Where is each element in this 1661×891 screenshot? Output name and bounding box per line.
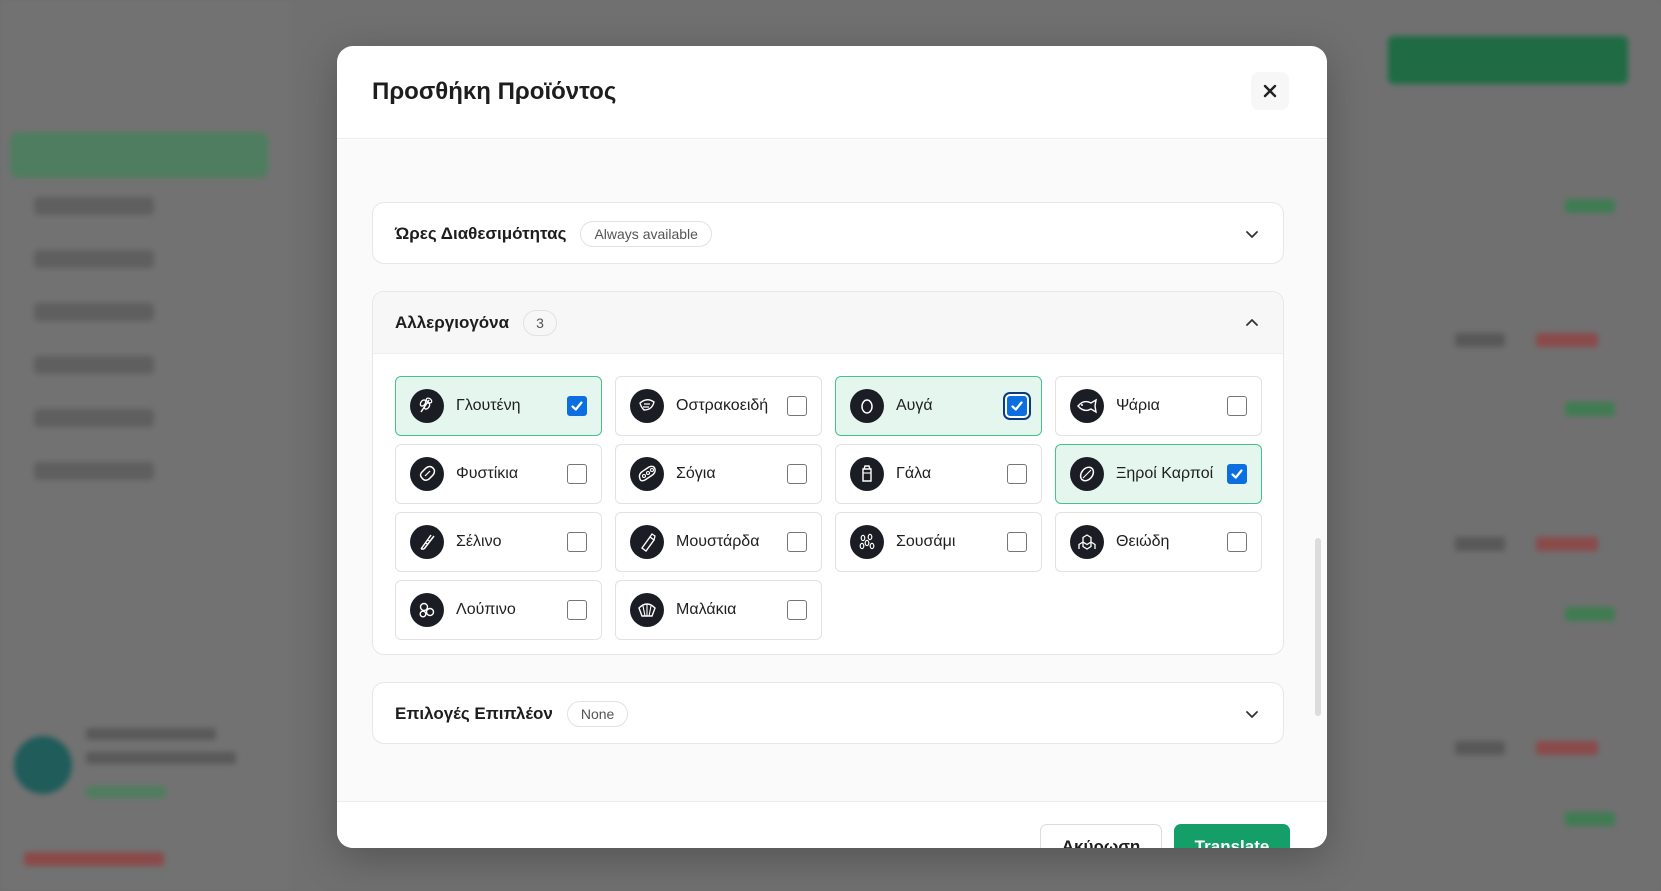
- allergen-label: Σέλινο: [456, 533, 502, 550]
- modal-body: Ώρες Διαθεσιμότητας Always available Αλλ…: [337, 140, 1327, 802]
- availability-title: Ώρες Διαθεσιμότητας: [395, 224, 567, 243]
- allergen-checkbox[interactable]: [787, 464, 807, 484]
- allergen-label: Οστρακοειδή: [676, 397, 769, 414]
- allergen-label: Θειώδη: [1116, 533, 1170, 550]
- allergen-checkbox[interactable]: [567, 464, 587, 484]
- extras-section: Επιλογές Επιπλέον None: [372, 682, 1284, 744]
- add-product-modal: Προσθήκη Προϊόντος Ώρες Διαθεσιμότητας A…: [337, 46, 1327, 848]
- egg-icon: [850, 389, 884, 423]
- allergen-option[interactable]: Αυγά: [835, 376, 1042, 436]
- allergen-checkbox[interactable]: [567, 532, 587, 552]
- availability-section: Ώρες Διαθεσιμότητας Always available: [372, 202, 1284, 264]
- cancel-button[interactable]: Ακύρωση: [1040, 824, 1162, 848]
- allergen-option[interactable]: Σουσάμι: [835, 512, 1042, 572]
- fish-icon: [1070, 389, 1104, 423]
- allergen-option[interactable]: Λούπινο: [395, 580, 602, 640]
- peanut-icon: [410, 457, 444, 491]
- close-icon: [1263, 84, 1277, 98]
- background-sidebar: [0, 0, 290, 891]
- allergen-checkbox[interactable]: [1007, 396, 1027, 416]
- allergen-option[interactable]: Γλουτένη: [395, 376, 602, 436]
- availability-badge: Always available: [580, 221, 712, 247]
- checkmark-icon: [1011, 401, 1023, 411]
- allergen-checkbox[interactable]: [1007, 532, 1027, 552]
- allergen-option[interactable]: Σέλινο: [395, 512, 602, 572]
- celery-icon: [410, 525, 444, 559]
- allergen-label: Γάλα: [896, 465, 932, 482]
- allergens-count-badge: 3: [523, 309, 558, 336]
- lupin-icon: [410, 593, 444, 627]
- allergen-checkbox[interactable]: [787, 600, 807, 620]
- allergen-label: Φυστίκια: [456, 465, 519, 482]
- close-button[interactable]: [1251, 72, 1289, 110]
- allergen-checkbox[interactable]: [1007, 464, 1027, 484]
- chevron-up-icon: [1246, 319, 1258, 326]
- allergen-label: Αυγά: [896, 397, 933, 414]
- mustard-icon: [630, 525, 664, 559]
- sesame-icon: [850, 525, 884, 559]
- sulphite-icon: [1070, 525, 1104, 559]
- allergen-option[interactable]: Σόγια: [615, 444, 822, 504]
- allergen-option[interactable]: Ψάρια: [1055, 376, 1262, 436]
- allergen-label: Ξηροί Καρποί: [1116, 465, 1214, 482]
- allergen-option[interactable]: Ξηροί Καρποί: [1055, 444, 1262, 504]
- modal-scrollbar[interactable]: [1315, 538, 1321, 716]
- allergen-checkbox[interactable]: [1227, 532, 1247, 552]
- allergen-checkbox[interactable]: [787, 532, 807, 552]
- checkmark-icon: [1231, 469, 1243, 479]
- allergen-label: Μαλάκια: [676, 601, 737, 618]
- chevron-down-icon: [1246, 231, 1258, 238]
- checkmark-icon: [571, 401, 583, 411]
- allergen-checkbox[interactable]: [1227, 396, 1247, 416]
- allergen-option[interactable]: Γάλα: [835, 444, 1042, 504]
- allergen-label: Γλουτένη: [456, 397, 521, 414]
- soy-icon: [630, 457, 664, 491]
- nut-icon: [1070, 457, 1104, 491]
- shrimp-icon: [630, 389, 664, 423]
- extras-toggle[interactable]: Επιλογές Επιπλέον None: [373, 683, 1283, 745]
- allergens-title: Αλλεργιογόνα: [395, 312, 510, 332]
- modal-header: Προσθήκη Προϊόντος: [337, 46, 1327, 139]
- allergen-option[interactable]: Μουστάρδα: [615, 512, 822, 572]
- allergen-label: Μουστάρδα: [676, 533, 760, 550]
- allergen-checkbox[interactable]: [567, 396, 587, 416]
- allergen-option[interactable]: Θειώδη: [1055, 512, 1262, 572]
- mollusc-icon: [630, 593, 664, 627]
- allergens-section: Αλλεργιογόνα 3 Γλουτένη Οστρακοειδή Αυγά Ψά…: [372, 291, 1284, 655]
- allergen-checkbox[interactable]: [787, 396, 807, 416]
- allergen-label: Ψάρια: [1116, 397, 1160, 414]
- extras-title: Επιλογές Επιπλέον: [395, 704, 553, 723]
- extras-badge: None: [566, 701, 629, 727]
- wheat-icon: [410, 389, 444, 423]
- allergen-option[interactable]: Μαλάκια: [615, 580, 822, 640]
- allergen-option[interactable]: Οστρακοειδή: [615, 376, 822, 436]
- modal-title: Προσθήκη Προϊόντος: [372, 78, 617, 105]
- translate-button[interactable]: Translate: [1174, 824, 1290, 848]
- chevron-down-icon: [1246, 711, 1258, 718]
- allergen-label: Σουσάμι: [896, 533, 956, 550]
- allergen-checkbox[interactable]: [567, 600, 587, 620]
- allergen-checkbox[interactable]: [1227, 464, 1247, 484]
- allergen-label: Λούπινο: [456, 601, 516, 618]
- allergens-toggle[interactable]: Αλλεργιογόνα 3: [373, 292, 1283, 354]
- availability-toggle[interactable]: Ώρες Διαθεσιμότητας Always available: [373, 203, 1283, 265]
- allergen-label: Σόγια: [676, 465, 716, 482]
- milk-icon: [850, 457, 884, 491]
- allergen-option[interactable]: Φυστίκια: [395, 444, 602, 504]
